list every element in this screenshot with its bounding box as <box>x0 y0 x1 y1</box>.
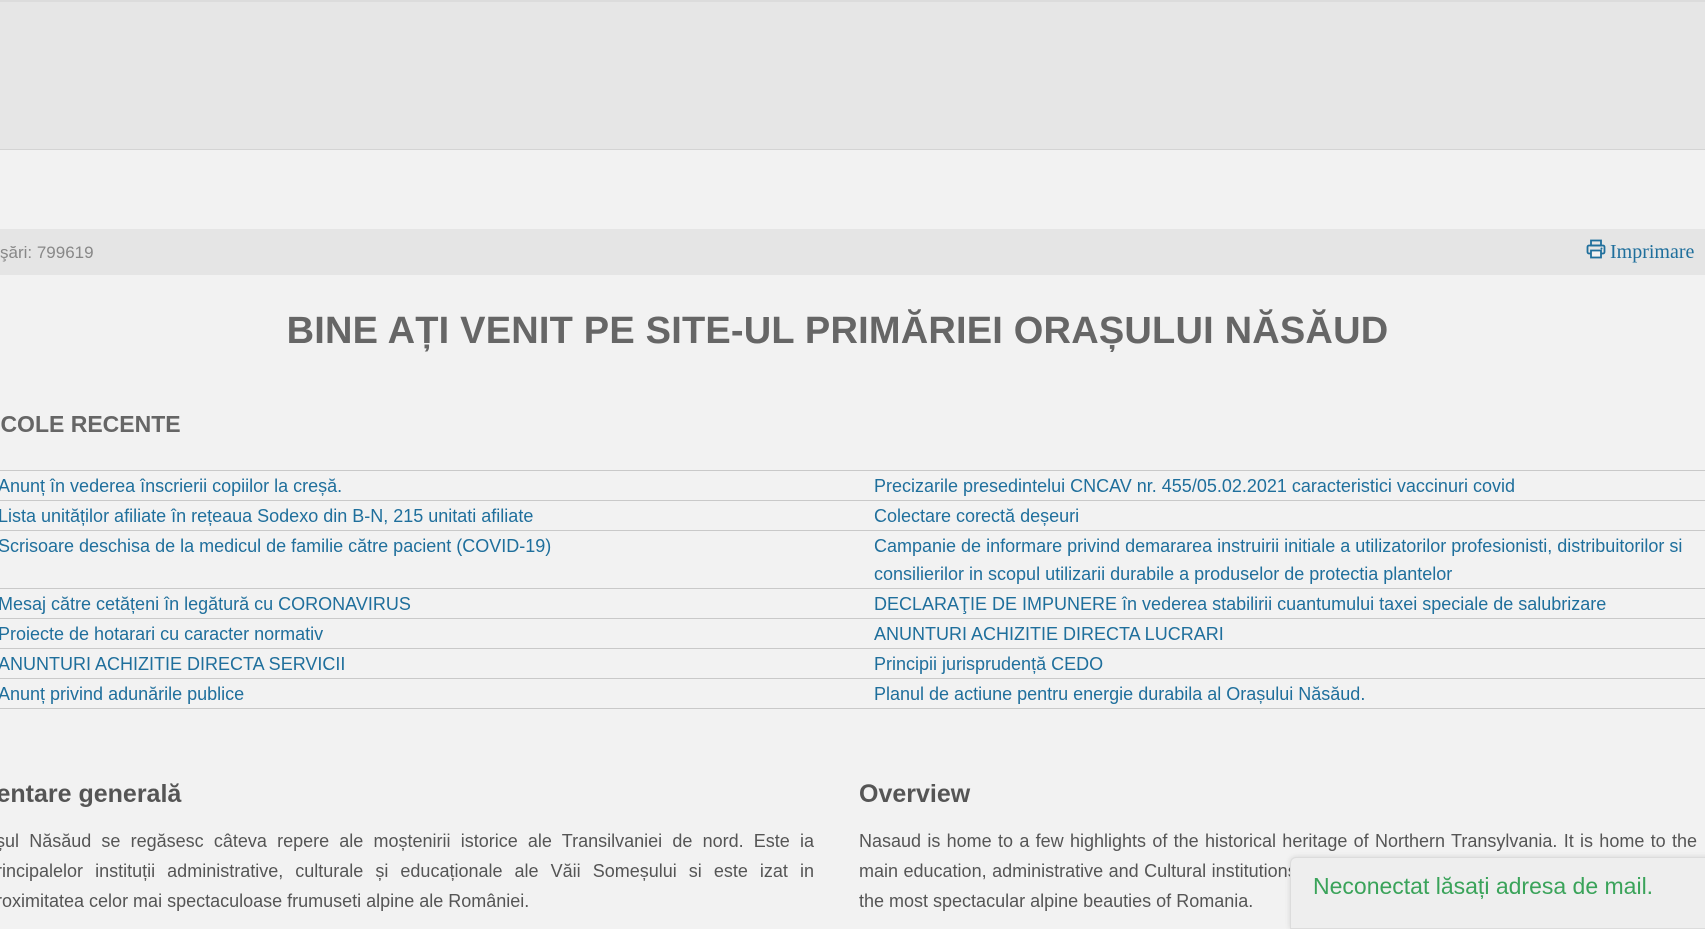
list-item: Precizarile presedintelui CNCAV nr. 455/… <box>860 470 1705 500</box>
recent-articles-left: Anunț în vederea înscrierii copiilor la … <box>0 470 860 709</box>
article-link[interactable]: ANUNTURI ACHIZITIE DIRECTA LUCRARI <box>874 624 1224 644</box>
chat-status-text: Neconectat lăsați adresa de mail. <box>1313 873 1654 899</box>
recent-articles-heading: TICOLE RECENTE <box>0 411 181 437</box>
article-link[interactable]: Campanie de informare privind demararea … <box>874 536 1682 584</box>
list-item: DECLARAŢIE DE IMPUNERE în vederea stabil… <box>860 588 1705 618</box>
article-link[interactable]: ANUNTURI ACHIZITIE DIRECTA SERVICII <box>0 654 345 674</box>
article-link[interactable]: Precizarile presedintelui CNCAV nr. 455/… <box>874 476 1515 496</box>
article-link[interactable]: Anunț în vederea înscrierii copiilor la … <box>0 476 342 496</box>
overview-heading: Overview <box>859 780 971 808</box>
print-label: Imprimare <box>1610 240 1695 263</box>
article-link[interactable]: Colectare corectă deșeuri <box>874 506 1079 526</box>
list-item: Anunț privind adunările publice <box>0 678 860 709</box>
recent-articles-right: Precizarile presedintelui CNCAV nr. 455/… <box>860 470 1705 709</box>
info-bar: şări: 799619 Imprimare <box>0 229 1705 275</box>
article-link[interactable]: Proiecte de hotarari cu caracter normati… <box>0 624 323 644</box>
article-link[interactable]: Scrisoare deschisa de la medicul de fami… <box>0 536 551 556</box>
list-item: ANUNTURI ACHIZITIE DIRECTA LUCRARI <box>860 618 1705 648</box>
visit-counter: şări: 799619 <box>0 243 94 262</box>
printer-icon <box>1586 239 1606 265</box>
article-link[interactable]: Principii jurisprudență CEDO <box>874 654 1103 674</box>
list-item: Principii jurisprudență CEDO <box>860 648 1705 678</box>
article-link[interactable]: Lista unităților afiliate în rețeaua Sod… <box>0 506 533 526</box>
page-title: BINE AȚI VENIT PE SITE-UL PRIMĂRIEI ORAȘ… <box>286 310 1389 352</box>
list-item: Colectare corectă deșeuri <box>860 500 1705 530</box>
list-item: Campanie de informare privind demararea … <box>860 530 1705 588</box>
list-item: Proiecte de hotarari cu caracter normati… <box>0 618 860 648</box>
list-item: Planul de actiune pentru energie durabil… <box>860 678 1705 709</box>
article-link[interactable]: Planul de actiune pentru energie durabil… <box>874 684 1365 704</box>
article-link[interactable]: Mesaj către cetățeni în legătură cu CORO… <box>0 594 411 614</box>
list-item: Anunț în vederea înscrierii copiilor la … <box>0 470 860 500</box>
list-item: ANUNTURI ACHIZITIE DIRECTA SERVICII <box>0 648 860 678</box>
intro-text: așul Năsăud se regăsesc câteva repere al… <box>0 831 814 911</box>
chat-widget[interactable]: Neconectat lăsați adresa de mail. <box>1290 857 1705 929</box>
print-link[interactable]: Imprimare <box>1586 239 1694 265</box>
intro-heading: zentare generală <box>0 780 182 808</box>
article-link[interactable]: Anunț privind adunările publice <box>0 684 244 704</box>
list-item: Lista unităților afiliate în rețeaua Sod… <box>0 500 860 530</box>
list-item: Mesaj către cetățeni în legătură cu CORO… <box>0 588 860 618</box>
article-link[interactable]: DECLARAŢIE DE IMPUNERE în vederea stabil… <box>874 594 1606 614</box>
header-banner <box>0 0 1705 150</box>
list-item: Scrisoare deschisa de la medicul de fami… <box>0 530 860 588</box>
